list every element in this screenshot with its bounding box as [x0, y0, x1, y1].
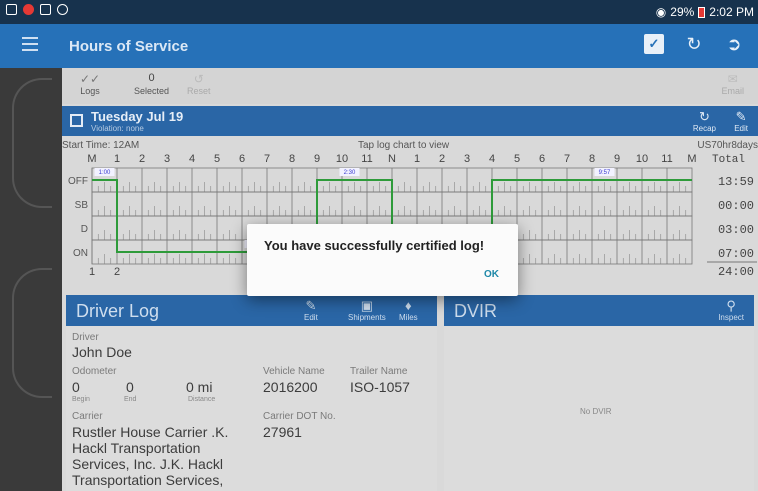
ok-button[interactable]: OK — [484, 269, 499, 280]
dialog-message: You have successfully certified log! — [264, 238, 485, 253]
app-frame: ◉ 29% 2:02 PM Hours of Service ✓ ↻ ➲ ✓✓ … — [0, 0, 758, 491]
certified-dialog: You have successfully certified log! OK — [247, 224, 518, 296]
